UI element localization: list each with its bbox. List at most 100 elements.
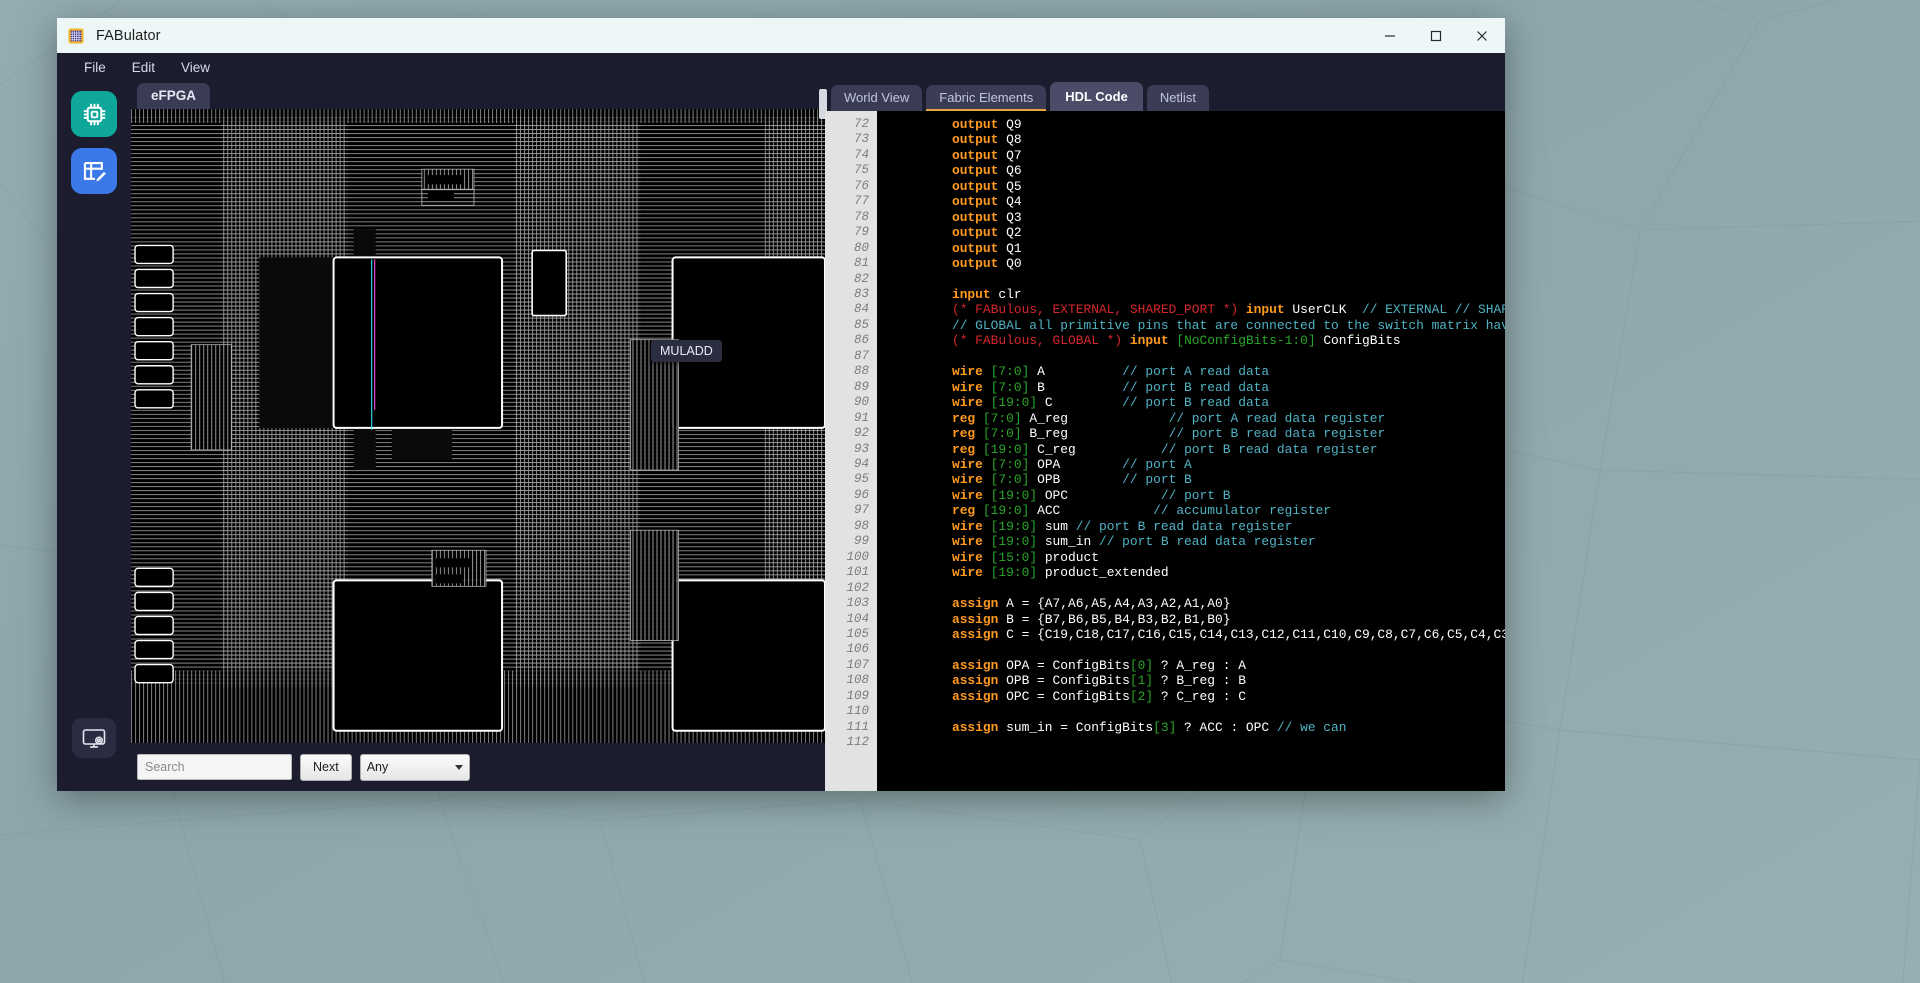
code-line: wire [19:0] OPC // port B: [921, 488, 1505, 503]
window-body: eFPGA MULADD Search Next Any World View …: [57, 81, 1505, 791]
code-token: // port A: [1122, 456, 1192, 472]
line-number: 102: [846, 580, 869, 595]
code-token: [7:0]: [990, 364, 1030, 380]
line-number: 111: [846, 719, 869, 734]
code-line: assign OPC = ConfigBits[2] ? C_reg : C: [921, 689, 1505, 704]
code-token: [19:0]: [990, 487, 1038, 503]
window-title: FABulator: [96, 27, 161, 44]
fabric-canvas[interactable]: MULADD: [131, 109, 825, 743]
code-token: assign: [951, 688, 999, 704]
code-token: // port B read data register: [1168, 426, 1386, 442]
code-token: wire: [951, 472, 983, 488]
code-token: [7:0]: [982, 410, 1022, 426]
code-token: OPB: [1029, 472, 1123, 488]
code-line: (* FABulous, EXTERNAL, SHARED_PORT *) in…: [921, 302, 1505, 317]
code-line: wire [7:0] A // port A read data: [921, 364, 1505, 379]
code-line: output Q2: [921, 225, 1505, 240]
minimize-button[interactable]: [1367, 18, 1413, 53]
line-number: 109: [846, 688, 869, 703]
code-line: output Q0: [921, 256, 1505, 271]
title-bar: FABulator: [57, 18, 1505, 53]
tab-fabric-elements[interactable]: Fabric Elements: [926, 85, 1047, 111]
code-token: [2]: [1129, 688, 1154, 704]
menu-file[interactable]: File: [73, 57, 117, 78]
code-line: output Q8: [921, 132, 1505, 147]
code-token: [19:0]: [990, 565, 1038, 581]
table-edit-icon: [83, 161, 106, 181]
menu-edit[interactable]: Edit: [121, 57, 166, 78]
code-token: output: [951, 147, 999, 163]
element-editor-button[interactable]: [71, 148, 117, 194]
chip-icon: [83, 103, 105, 125]
hdl-tabstrip: World View Fabric Elements HDL Code Netl…: [825, 81, 1505, 111]
line-number: 72: [853, 117, 869, 131]
code-token: wire: [951, 518, 983, 534]
search-filter-value: Any: [366, 760, 389, 774]
tab-world-view[interactable]: World View: [831, 85, 923, 111]
tab-hdl-code[interactable]: HDL Code: [1050, 82, 1143, 111]
next-button[interactable]: Next: [300, 753, 352, 781]
code-line: wire [19:0] sum_in // port B read data r…: [921, 534, 1505, 549]
code-token: Q2: [998, 225, 1022, 241]
maximize-button[interactable]: [1413, 18, 1459, 53]
line-number: 89: [853, 379, 869, 394]
code-token: [19:0]: [982, 503, 1030, 519]
line-number: 85: [853, 317, 869, 332]
code-token: assign: [951, 673, 999, 689]
code-token: B_reg: [1021, 426, 1169, 442]
code-token: {B7,B6,B5,B4,B3,B2,B1,B0}: [1037, 611, 1231, 627]
hdl-panel: World View Fabric Elements HDL Code Netl…: [819, 81, 1505, 791]
code-token: // accumulator register: [1153, 503, 1332, 519]
code-token: input: [1129, 333, 1169, 349]
code-token: assign: [951, 611, 999, 627]
code-token: OPB = ConfigBits: [998, 673, 1130, 689]
search-input[interactable]: [137, 754, 292, 780]
code-token: // port B read data register: [1075, 518, 1293, 534]
code-line: wire [15:0] product: [921, 550, 1505, 565]
chip-icon: [68, 28, 84, 43]
close-button[interactable]: [1459, 18, 1505, 53]
code-token: Q0: [998, 256, 1022, 272]
code-viewer[interactable]: 72 73 74 75 76 77 78 79 80 81 82 83 84 85 86 87 88 89 90 91…: [825, 111, 1505, 791]
code-token: // port A read data register: [1168, 410, 1386, 426]
code-line: wire [19:0] product_extended: [921, 565, 1505, 580]
menu-view[interactable]: View: [170, 57, 221, 78]
code-token: A: [1029, 364, 1123, 380]
code-token: // we can: [1276, 719, 1347, 735]
code-token: Q5: [998, 178, 1022, 194]
display-settings-button[interactable]: [72, 718, 116, 758]
code-token: A =: [998, 596, 1038, 612]
code-token: wire: [951, 456, 983, 472]
code-token: B =: [998, 611, 1038, 627]
code-token: [7:0]: [982, 426, 1022, 442]
search-filter-select[interactable]: Any: [359, 753, 470, 781]
chevron-down-icon: [454, 764, 463, 770]
code-token: output: [951, 240, 999, 256]
code-token: reg: [951, 410, 976, 426]
fabric-view-button[interactable]: [71, 91, 117, 137]
line-number: 99: [853, 534, 869, 549]
code-token: input: [1245, 302, 1285, 318]
code-token: output: [951, 209, 999, 225]
code-content[interactable]: output Q9 output Q8 output Q7 output Q6 …: [877, 111, 1505, 791]
code-line: wire [7:0] B // port B read data: [921, 380, 1505, 395]
tab-netlist[interactable]: Netlist: [1146, 85, 1209, 111]
tab-efpga[interactable]: eFPGA: [137, 83, 211, 109]
line-number: 82: [853, 271, 869, 286]
code-token: (* FABulous, GLOBAL *): [951, 333, 1123, 349]
